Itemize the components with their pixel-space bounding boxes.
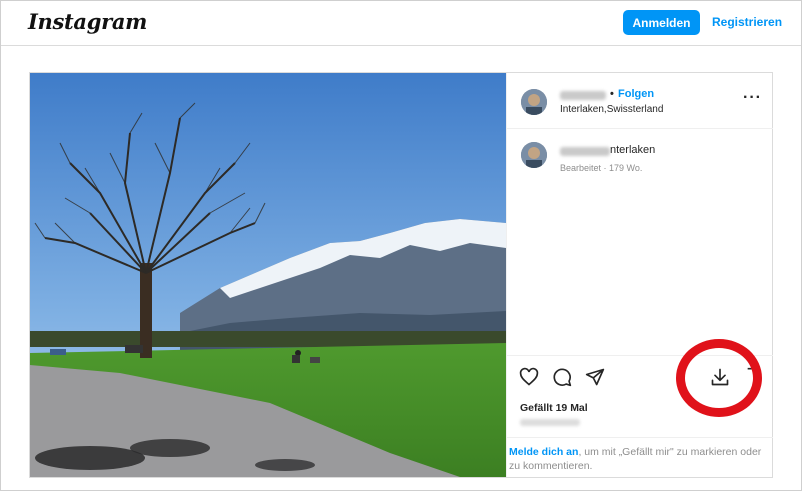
highlight-circle: [676, 339, 762, 417]
post-card: • Folgen Interlaken,Swissterland ··· nte…: [29, 72, 773, 478]
share-icon[interactable]: [585, 367, 605, 392]
likes-count[interactable]: Gefällt 19 Mal: [520, 402, 588, 414]
follow-button[interactable]: Folgen: [618, 88, 654, 100]
instagram-logo[interactable]: Instagram: [28, 9, 147, 34]
caption-username-redacted[interactable]: [560, 147, 610, 156]
caption-avatar[interactable]: [521, 142, 547, 168]
login-button[interactable]: Anmelden: [623, 10, 700, 35]
caption-text: nterlaken: [610, 144, 656, 156]
landscape-image: [30, 73, 506, 477]
comment-icon[interactable]: [552, 367, 572, 392]
login-prompt: Melde dich an, um mit „Gefällt mir" zu m…: [507, 437, 773, 478]
post-header: • Folgen Interlaken,Swissterland ···: [507, 73, 773, 129]
post-date-redacted: [520, 419, 580, 426]
login-prompt-link[interactable]: Melde dich an: [509, 446, 578, 458]
more-options-icon[interactable]: ···: [743, 89, 762, 107]
separator-dot: •: [610, 88, 614, 100]
location-link[interactable]: Interlaken,Swissterland: [560, 104, 663, 115]
top-bar: Instagram Anmelden Registrieren: [1, 1, 801, 46]
register-link[interactable]: Registrieren: [712, 15, 782, 29]
post-photo[interactable]: [30, 73, 506, 477]
edited-timestamp: Bearbeitet · 179 Wo.: [560, 163, 643, 173]
heart-icon[interactable]: [519, 367, 539, 392]
username-redacted[interactable]: [560, 91, 606, 100]
author-avatar[interactable]: [521, 89, 547, 115]
post-side-panel: • Folgen Interlaken,Swissterland ··· nte…: [506, 73, 773, 478]
